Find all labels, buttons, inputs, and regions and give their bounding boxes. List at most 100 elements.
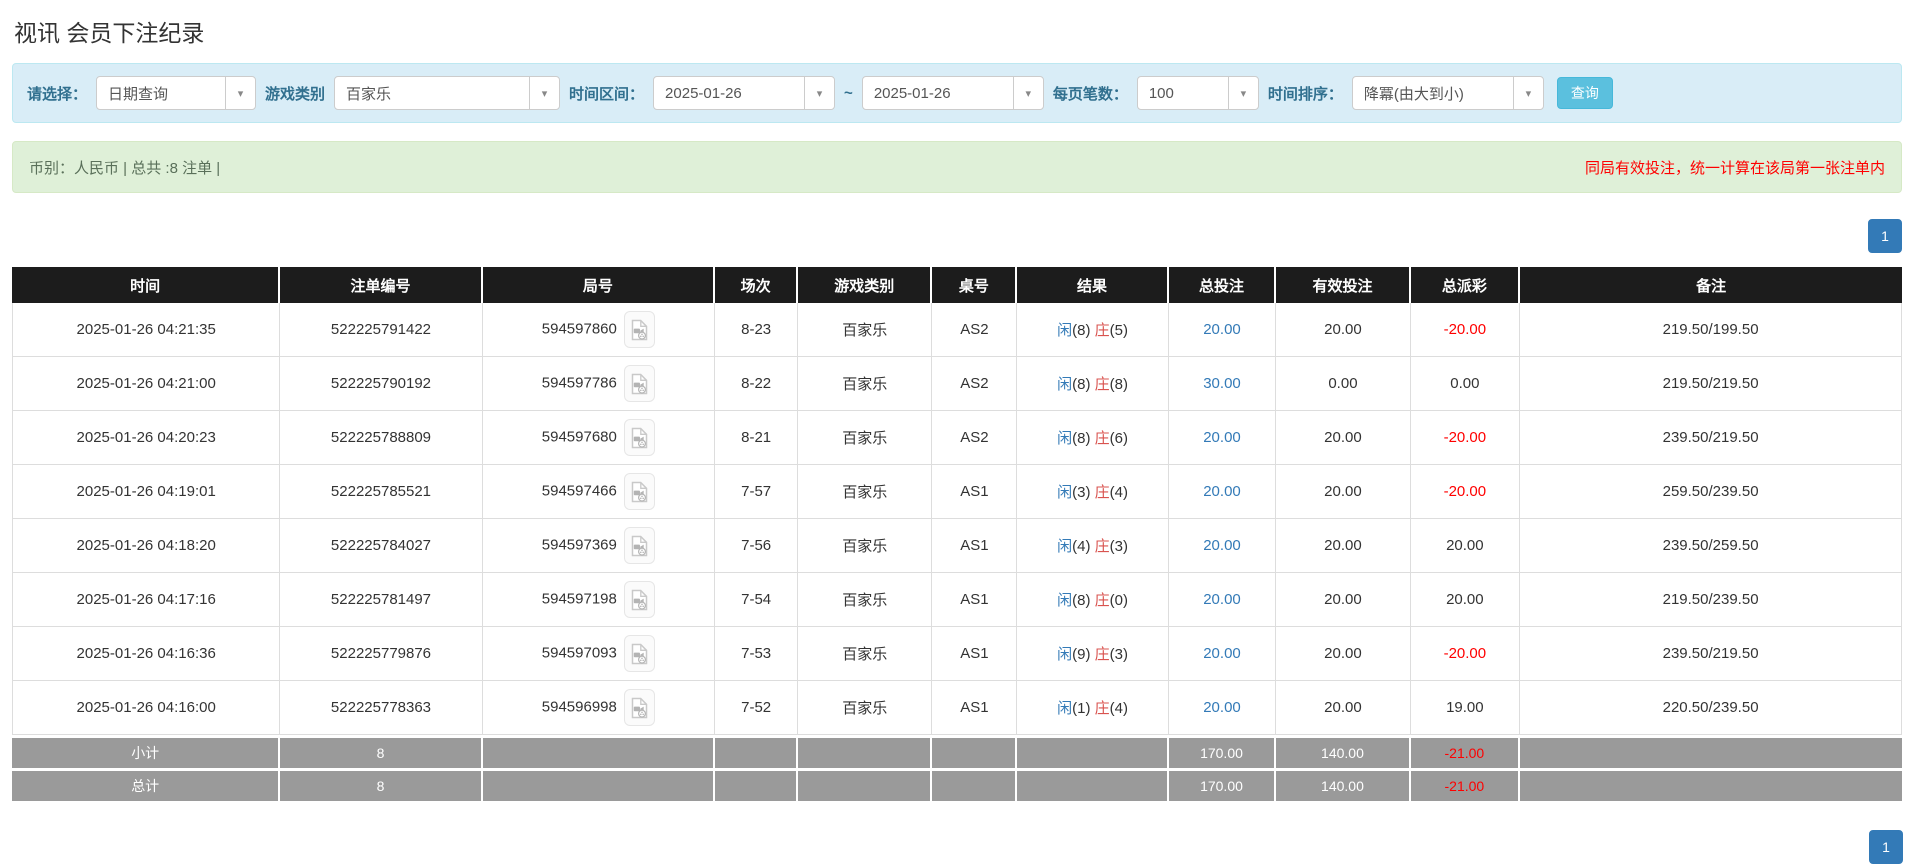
player-result-number: (8): [1072, 430, 1090, 447]
sum-count: 8: [280, 735, 482, 768]
cell-payout: 20.00: [1411, 573, 1521, 627]
page-1-button-bottom[interactable]: 1: [1869, 830, 1903, 864]
table-row: 2025-01-26 04:19:01 522225785521 5945974…: [12, 465, 1902, 519]
page-size-select[interactable]: 100 ▾: [1137, 76, 1259, 110]
cell-table: AS1: [932, 627, 1017, 681]
cell-bet-id: 522225784027: [280, 519, 482, 573]
bet-records-table: 时间 注单编号 局号 场次 游戏类别 桌号 结果 总投注 有效投注 总派彩 备注…: [12, 267, 1902, 801]
cell-bet-id: 522225779876: [280, 627, 482, 681]
video-replay-button[interactable]: [624, 527, 655, 564]
video-replay-button[interactable]: [624, 419, 655, 456]
banker-result-number: (3): [1110, 538, 1128, 555]
chevron-down-icon: ▾: [1513, 77, 1543, 109]
sum-label: 总计: [12, 768, 280, 801]
cell-remark: 239.50/259.50: [1520, 519, 1902, 573]
player-result: 闲: [1057, 484, 1072, 501]
banker-result: 庄: [1095, 484, 1110, 501]
date-from-select[interactable]: 2025-01-26 ▾: [653, 76, 835, 110]
banker-result: 庄: [1095, 430, 1110, 447]
cell-valid-bet: 20.00: [1276, 303, 1410, 357]
total-bet-link[interactable]: 20.00: [1203, 483, 1241, 500]
cell-session: 7-54: [715, 573, 798, 627]
table-header-row: 时间 注单编号 局号 场次 游戏类别 桌号 结果 总投注 有效投注 总派彩 备注: [12, 267, 1902, 303]
banker-result: 庄: [1095, 538, 1110, 555]
cell-result: 闲(4) 庄(3): [1017, 519, 1168, 573]
cell-game: 百家乐: [798, 357, 932, 411]
total-bet-link[interactable]: 20.00: [1203, 429, 1241, 446]
cell-time: 2025-01-26 04:18:20: [12, 519, 280, 573]
player-result: 闲: [1057, 700, 1072, 717]
round-number: 594597680: [542, 428, 617, 445]
cell-game: 百家乐: [798, 681, 932, 735]
banker-result-number: (0): [1110, 592, 1128, 609]
banker-result-number: (6): [1110, 430, 1128, 447]
table-row: 2025-01-26 04:21:00 522225790192 5945977…: [12, 357, 1902, 411]
col-header-game: 游戏类别: [798, 267, 932, 303]
video-replay-button[interactable]: [624, 311, 655, 348]
cell-remark: 239.50/219.50: [1520, 627, 1902, 681]
chevron-down-icon: ▾: [804, 77, 834, 109]
time-sort-label: 时间排序：: [1268, 83, 1343, 104]
search-button[interactable]: 查询: [1557, 77, 1613, 109]
cell-remark: 219.50/199.50: [1520, 303, 1902, 357]
round-number: 594597860: [542, 320, 617, 337]
cell-session: 7-52: [715, 681, 798, 735]
cell-valid-bet: 20.00: [1276, 573, 1410, 627]
table-row: 2025-01-26 04:20:23 522225788809 5945976…: [12, 411, 1902, 465]
sum-valid-bet: 140.00: [1276, 768, 1410, 801]
banker-result-number: (5): [1110, 322, 1128, 339]
cell-round: 594596998: [483, 681, 715, 735]
game-type-select[interactable]: 百家乐 ▾: [334, 76, 560, 110]
video-replay-button[interactable]: [624, 689, 655, 726]
cell-game: 百家乐: [798, 411, 932, 465]
query-type-value: 日期查询: [97, 77, 225, 109]
table-row: 2025-01-26 04:17:16 522225781497 5945971…: [12, 573, 1902, 627]
video-replay-button[interactable]: [624, 635, 655, 672]
col-header-result: 结果: [1017, 267, 1168, 303]
chevron-down-icon: ▾: [529, 77, 559, 109]
total-bet-link[interactable]: 20.00: [1203, 321, 1241, 338]
sum-payout: -21.00: [1411, 768, 1521, 801]
banker-result: 庄: [1095, 592, 1110, 609]
cell-bet-id: 522225785521: [280, 465, 482, 519]
page-1-button[interactable]: 1: [1868, 219, 1902, 253]
chevron-down-icon: ▾: [225, 77, 255, 109]
total-bet-link[interactable]: 20.00: [1203, 645, 1241, 662]
col-header-remark: 备注: [1520, 267, 1902, 303]
cell-total-bet: 20.00: [1169, 519, 1277, 573]
cell-table: AS1: [932, 465, 1017, 519]
total-bet-link[interactable]: 20.00: [1203, 591, 1241, 608]
cell-table: AS2: [932, 303, 1017, 357]
player-result: 闲: [1057, 322, 1072, 339]
video-replay-button[interactable]: [624, 365, 655, 402]
video-replay-button[interactable]: [624, 581, 655, 618]
page-size-value: 100: [1138, 77, 1228, 109]
cell-remark: 220.50/239.50: [1520, 681, 1902, 735]
cell-remark: 219.50/239.50: [1520, 573, 1902, 627]
cell-result: 闲(1) 庄(4): [1017, 681, 1168, 735]
time-sort-select[interactable]: 降冪(由大到小) ▾: [1352, 76, 1544, 110]
date-range-tilde: ~: [844, 85, 853, 102]
cell-bet-id: 522225781497: [280, 573, 482, 627]
cell-game: 百家乐: [798, 627, 932, 681]
video-replay-button[interactable]: [624, 473, 655, 510]
chevron-down-icon: ▾: [1228, 77, 1258, 109]
cell-remark: 239.50/219.50: [1520, 411, 1902, 465]
cell-round: 594597860: [483, 303, 715, 357]
cell-round: 594597093: [483, 627, 715, 681]
summary-row: 小计 8 170.00 140.00 -21.00: [12, 735, 1902, 768]
cell-time: 2025-01-26 04:21:00: [12, 357, 280, 411]
total-bet-link[interactable]: 30.00: [1203, 375, 1241, 392]
query-type-select[interactable]: 日期查询 ▾: [96, 76, 256, 110]
cell-result: 闲(8) 庄(5): [1017, 303, 1168, 357]
total-bet-link[interactable]: 20.00: [1203, 699, 1241, 716]
player-result-number: (9): [1072, 646, 1090, 663]
date-to-value: 2025-01-26: [863, 77, 1013, 109]
banker-result: 庄: [1095, 646, 1110, 663]
date-to-select[interactable]: 2025-01-26 ▾: [862, 76, 1044, 110]
cell-time: 2025-01-26 04:19:01: [12, 465, 280, 519]
col-header-bet-id: 注单编号: [280, 267, 482, 303]
table-row: 2025-01-26 04:16:00 522225778363 5945969…: [12, 681, 1902, 735]
total-bet-link[interactable]: 20.00: [1203, 537, 1241, 554]
cell-game: 百家乐: [798, 519, 932, 573]
